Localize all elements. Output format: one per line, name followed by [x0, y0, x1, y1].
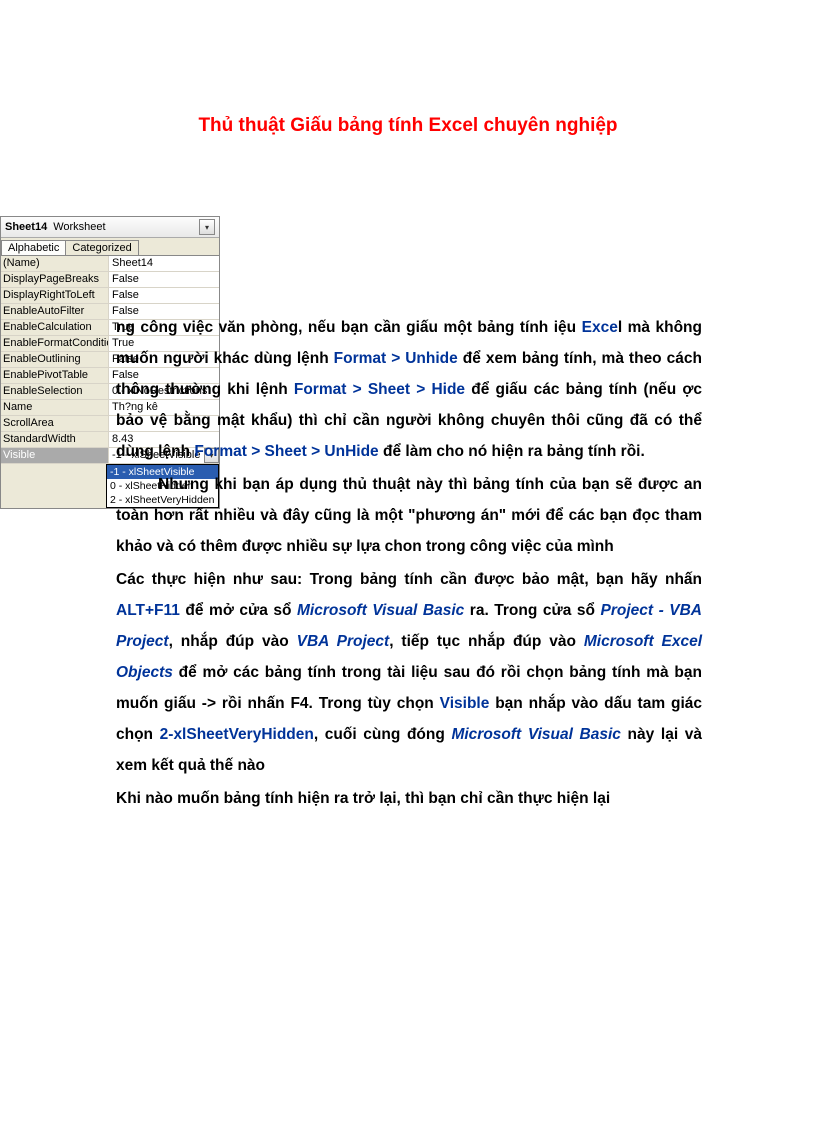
article-body: ng công việc văn phòng, nếu bạn cần giấu…: [116, 312, 702, 816]
document-title: Thủ thuật Giấu bảng tính Excel chuyên ng…: [0, 115, 816, 137]
term-format-unhide: Format > Unhide: [334, 350, 458, 367]
panel-object-name: Sheet14: [5, 221, 47, 233]
text: ng công việc văn phòng, nếu bạn cần giấu…: [116, 319, 582, 336]
paragraph-3: Các thực hiện như sau: Trong bảng tính c…: [116, 564, 702, 781]
text: để mở cửa sổ: [180, 602, 297, 619]
term-veryhidden: 2-xlSheetVeryHidden: [160, 726, 314, 743]
property-key: Visible: [1, 448, 109, 463]
property-key: Name: [1, 400, 109, 415]
term-mvb-2: Microsoft Visual Basic: [451, 726, 620, 743]
property-key: EnableAutoFilter: [1, 304, 109, 319]
tab-alphabetic[interactable]: Alphabetic: [1, 240, 66, 255]
panel-object-type: Worksheet: [53, 221, 105, 233]
property-value[interactable]: False: [109, 288, 219, 303]
text: Các thực hiện như sau: Trong bảng tính c…: [116, 571, 702, 588]
text: , tiếp tục nhắp đúp vào: [389, 633, 584, 650]
text: để làm cho nó hiện ra bảng tính rồi.: [379, 443, 645, 460]
panel-tabs: Alphabetic Categorized: [1, 238, 219, 255]
property-key: ScrollArea: [1, 416, 109, 431]
property-key: DisplayPageBreaks: [1, 272, 109, 287]
paragraph-2: Nhưng khi bạn áp dụng thủ thuật này thì …: [116, 469, 702, 562]
object-dropdown-button[interactable]: ▾: [199, 219, 215, 235]
term-format-sheet-unhide: Format > Sheet > UnHide: [194, 443, 378, 460]
property-key: StandardWidth: [1, 432, 109, 447]
term-alt-f11: ALT+F11: [116, 602, 180, 619]
property-key: EnablePivotTable: [1, 368, 109, 383]
panel-header: Sheet14 Worksheet ▾: [1, 217, 219, 238]
term-format-sheet-hide: Format > Sheet > Hide: [294, 381, 465, 398]
property-key: EnableOutlining: [1, 352, 109, 367]
tab-categorized[interactable]: Categorized: [65, 240, 138, 255]
property-key: DisplayRightToLeft: [1, 288, 109, 303]
property-key: EnableCalculation: [1, 320, 109, 335]
paragraph-1: ng công việc văn phòng, nếu bạn cần giấu…: [116, 312, 702, 467]
term-mvb: Microsoft Visual Basic: [297, 602, 464, 619]
paragraph-4: Khi nào muốn bảng tính hiện ra trở lại, …: [116, 783, 702, 814]
property-key: EnableSelection: [1, 384, 109, 399]
term-excel: Exce: [582, 319, 618, 336]
text: ra. Trong cửa sổ: [464, 602, 600, 619]
property-key: (Name): [1, 256, 109, 271]
text: , nhắp đúp vào: [169, 633, 297, 650]
term-visible: Visible: [440, 695, 490, 712]
property-key: EnableFormatConditions: [1, 336, 109, 351]
text: , cuối cùng đóng: [314, 726, 452, 743]
property-row[interactable]: DisplayPageBreaksFalse: [1, 272, 219, 288]
term-vba-project: VBA Project: [297, 633, 390, 650]
property-value[interactable]: Sheet14: [109, 256, 219, 271]
property-row[interactable]: (Name)Sheet14: [1, 256, 219, 272]
property-row[interactable]: DisplayRightToLeftFalse: [1, 288, 219, 304]
property-value[interactable]: False: [109, 272, 219, 287]
